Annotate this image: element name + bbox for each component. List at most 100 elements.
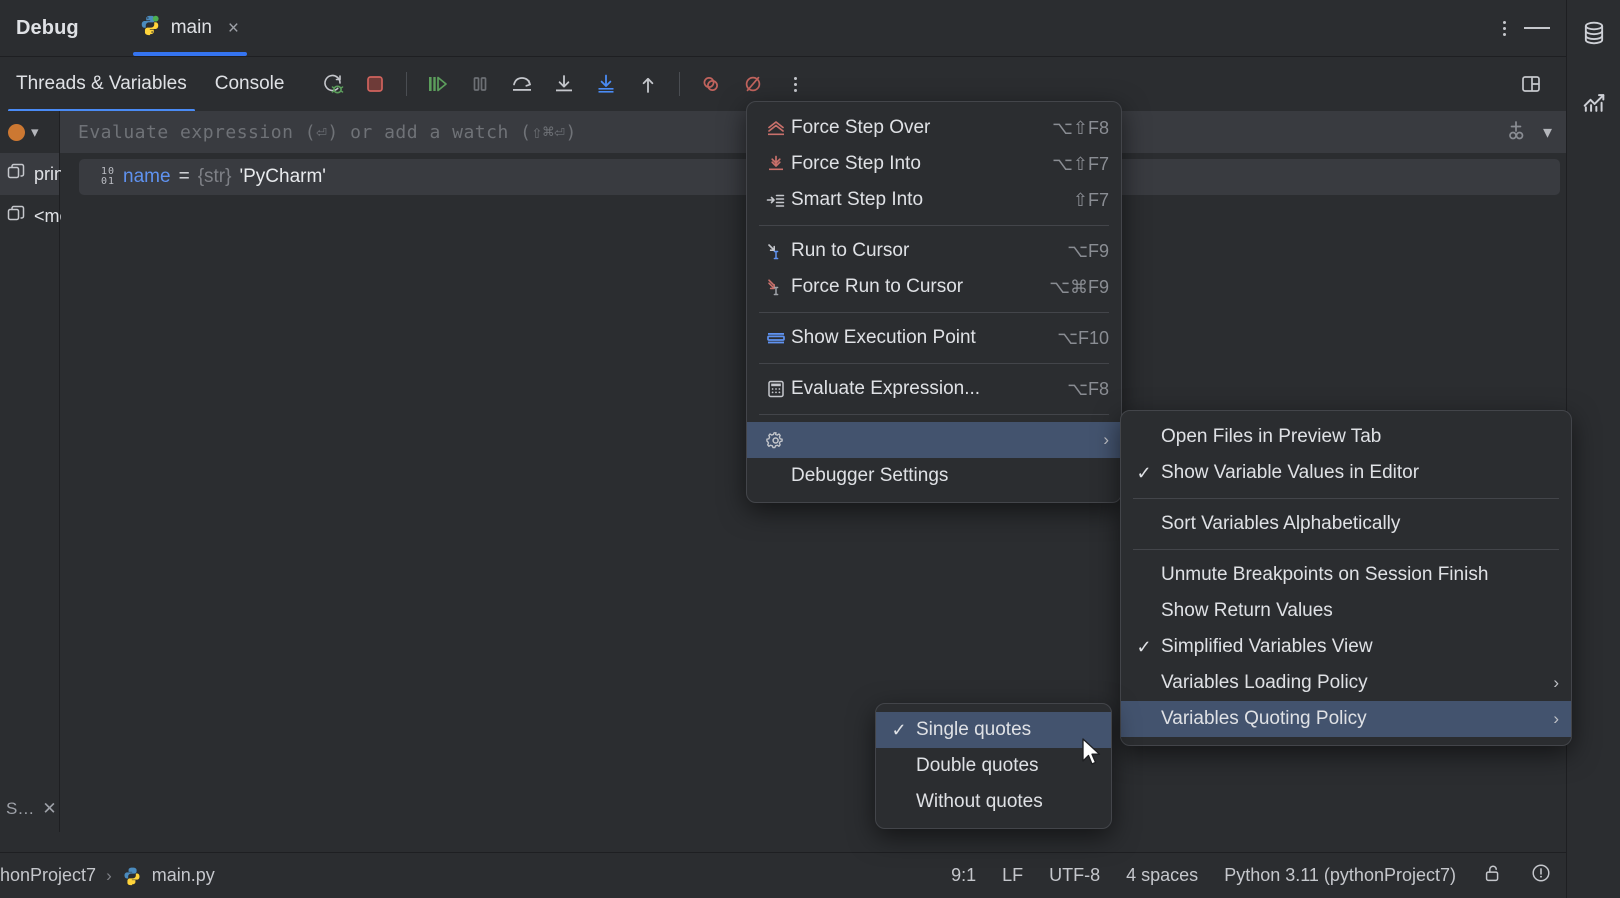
menu-item-sort-variables-alphabetically[interactable]: Sort Variables Alphabetically [1121, 506, 1571, 542]
menu-item-label: Debugger Settings [791, 465, 1109, 487]
database-icon[interactable] [1575, 14, 1613, 52]
menu-item-shortcut: ⌥⇧F7 [1052, 154, 1109, 175]
rerun-debug-button[interactable] [314, 65, 352, 103]
menu-item-run-to-cursor[interactable]: Run to Cursor ⌥F9 [747, 233, 1121, 269]
layout-settings-button[interactable] [1512, 65, 1550, 103]
menu-item-shortcut: ⌥F9 [1067, 241, 1109, 262]
unlocked-icon[interactable] [1482, 862, 1504, 889]
menu-item-label: Simplified Variables View [1159, 636, 1559, 658]
status-bar: honProject7 › main.py 9:1 LF UTF-8 4 spa… [0, 852, 1566, 898]
menu-item-force-step-over[interactable]: Force Step Over ⌥⇧F8 [747, 110, 1121, 146]
breadcrumb: honProject7 › main.py [0, 865, 215, 886]
menu-item-shortcut: ⌥F10 [1057, 328, 1109, 349]
binary-value-icon: 10 01 [101, 167, 115, 187]
debugger-settings-submenu: Open Files in Preview Tab ✓ Show Variabl… [1120, 410, 1572, 746]
force-step-into-button[interactable] [587, 65, 625, 103]
menu-item-variables-quoting-policy[interactable]: Variables Quoting Policy › [1121, 701, 1571, 737]
menu-item-without-quotes[interactable]: Without quotes [876, 784, 1111, 820]
breadcrumb-item-project[interactable]: honProject7 [0, 865, 96, 886]
chevron-right-icon: › [1553, 709, 1559, 729]
more-vertical-icon[interactable] [1503, 21, 1506, 36]
line-separator[interactable]: LF [1002, 865, 1023, 886]
stop-button[interactable] [356, 65, 394, 103]
tab-label: main [171, 17, 212, 39]
step-into-button[interactable] [545, 65, 583, 103]
mouse-cursor [1080, 737, 1108, 771]
tab-threads-variables[interactable]: Threads & Variables [2, 57, 201, 112]
chart-icon[interactable] [1575, 82, 1613, 120]
chevron-right-icon: › [1553, 673, 1559, 693]
indent-setting[interactable]: 4 spaces [1126, 865, 1198, 886]
menu-item-label: Force Run to Cursor [791, 276, 1015, 298]
breadcrumb-item-file[interactable]: main.py [152, 865, 215, 886]
menu-item-simplified-variables-view[interactable]: ✓ Simplified Variables View [1121, 629, 1571, 665]
mute-breakpoints-button[interactable] [734, 65, 772, 103]
menu-separator [1133, 498, 1559, 499]
menu-item-show-execution-point[interactable]: Show Execution Point ⌥F10 [747, 320, 1121, 356]
notification-icon[interactable] [1530, 862, 1552, 889]
debug-action-buttons [314, 65, 814, 103]
frame-icon [6, 204, 26, 229]
gear-icon [761, 430, 791, 450]
menu-item-smart-step-into[interactable]: Smart Step Into ⇧F7 [747, 182, 1121, 218]
frame-icon [6, 162, 26, 187]
menu-item-unmute-breakpoints-on-session-finish[interactable]: Unmute Breakpoints on Session Finish [1121, 557, 1571, 593]
thread-selector[interactable]: ▾ [0, 111, 60, 153]
menu-item-label: Variables Loading Policy [1159, 672, 1535, 694]
close-icon[interactable]: × [228, 19, 239, 38]
step-over-button[interactable] [503, 65, 541, 103]
add-watch-icon[interactable] [1503, 118, 1529, 147]
menu-item-label: Force Step Over [791, 117, 1018, 139]
menu-item-show-return-values[interactable]: Show Return Values [1121, 593, 1571, 629]
menu-item-show-variable-values-in-editor[interactable]: ✓ Show Variable Values in Editor [1121, 455, 1571, 491]
frame-row-0[interactable]: prin [0, 153, 59, 195]
breadcrumb-separator: › [106, 866, 112, 886]
variable-value: 'PyCharm' [240, 166, 326, 188]
tab-main[interactable]: main × [125, 0, 255, 56]
view-breakpoints-button[interactable] [692, 65, 730, 103]
minimize-icon[interactable] [1524, 27, 1550, 29]
chevron-down-icon[interactable]: ▾ [1543, 122, 1552, 143]
menu-item-evaluate-expression[interactable]: Evaluate Expression... ⌥F8 [747, 371, 1121, 407]
interpreter-selector[interactable]: Python 3.11 (pythonProject7) [1224, 865, 1456, 886]
resume-button[interactable] [419, 65, 457, 103]
menu-item-variables-loading-policy[interactable]: Variables Loading Policy › [1121, 665, 1571, 701]
file-encoding[interactable]: UTF-8 [1049, 865, 1100, 886]
menu-item-label: Without quotes [914, 791, 1099, 813]
step-out-button[interactable] [629, 65, 667, 103]
pycharm-debug-window: Debug main × Threads & Vari [0, 0, 1620, 898]
menu-item-shortcut: ⌥F8 [1067, 379, 1109, 400]
menu-item-force-run-to-cursor[interactable]: Force Run to Cursor ⌥⌘F9 [747, 269, 1121, 305]
menu-item-label: Show Execution Point [791, 327, 1023, 349]
variable-type: {str} [198, 166, 232, 188]
force-step-into-icon [761, 154, 791, 174]
menu-item-label: Double quotes [914, 755, 1099, 777]
menu-item-label: Open Files in Preview Tab [1159, 426, 1559, 448]
frames-tree: prin <mе S… ✕ [0, 153, 60, 832]
smart-step-into-icon [761, 190, 791, 210]
variables-quoting-policy-submenu: ✓ Single quotes Double quotes Without qu… [875, 703, 1112, 829]
more-options-button[interactable] [776, 65, 814, 103]
toolbar-right-actions [1512, 65, 1566, 103]
pause-button[interactable] [461, 65, 499, 103]
tab-console[interactable]: Console [201, 57, 299, 112]
menu-separator [759, 312, 1109, 313]
menu-item-double-quotes[interactable]: Double quotes [876, 748, 1111, 784]
menu-item-label: Run to Cursor [791, 240, 1033, 262]
menu-item-debugger-settings[interactable]: › [747, 422, 1121, 458]
menu-item-shortcut: ⌥⌘F9 [1049, 277, 1109, 298]
caret-position[interactable]: 9:1 [951, 865, 976, 886]
more-vertical-icon [794, 77, 797, 92]
menu-separator [1133, 549, 1559, 550]
check-icon: ✓ [1129, 463, 1159, 484]
frame-row-1[interactable]: <mе [0, 195, 59, 237]
menu-item-label: Evaluate Expression... [791, 378, 1033, 400]
menu-item-single-quotes[interactable]: ✓ Single quotes [876, 712, 1111, 748]
check-icon: ✓ [1129, 637, 1159, 658]
menu-item-modify-run-configuration[interactable]: Debugger Settings [747, 458, 1121, 494]
menu-item-label: Sort Variables Alphabetically [1159, 513, 1559, 535]
menu-item-force-step-into[interactable]: Force Step Into ⌥⇧F7 [747, 146, 1121, 182]
close-icon[interactable]: ✕ [42, 799, 56, 819]
menu-item-open-files-in-preview-tab[interactable]: Open Files in Preview Tab [1121, 419, 1571, 455]
services-tool-tab[interactable]: S… ✕ [0, 786, 60, 832]
